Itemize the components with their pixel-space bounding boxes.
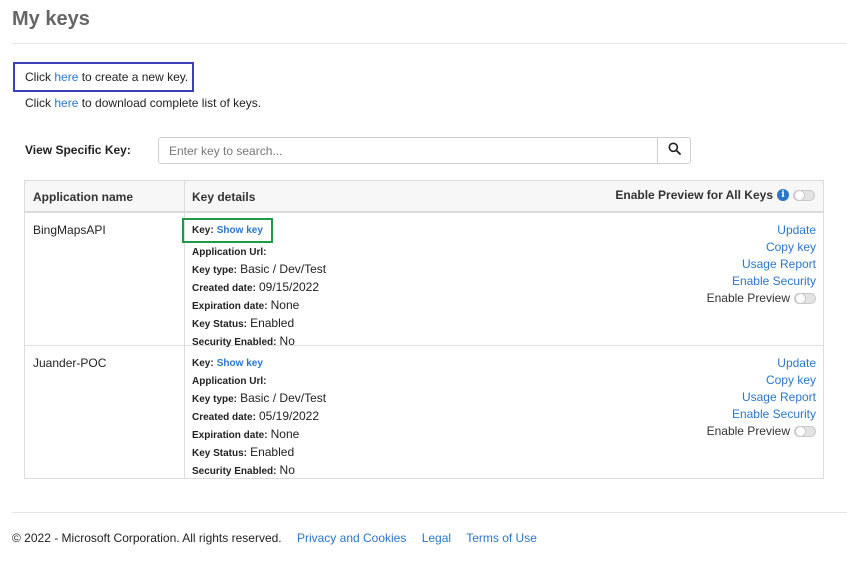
table-header: Application name Key details Enable Prev… — [25, 181, 823, 213]
enable-preview-toggle[interactable] — [794, 426, 816, 437]
download-keys-instruction: Click here to download complete list of … — [25, 96, 261, 110]
key-type-value: Basic / Dev/Test — [240, 262, 327, 276]
usage-report-link[interactable]: Usage Report — [742, 257, 816, 271]
title-divider — [12, 43, 847, 44]
expiration-date-label: Expiration date: — [192, 430, 268, 441]
enable-preview-all-toggle[interactable] — [793, 189, 815, 201]
enable-preview-all-label: Enable Preview for All Keys — [615, 188, 773, 202]
create-key-link[interactable]: here — [54, 70, 78, 84]
keys-table: Application name Key details Enable Prev… — [24, 180, 824, 479]
key-field: Key: Show key — [182, 218, 273, 243]
application-url-label: Application Url: — [192, 247, 267, 258]
application-name: BingMapsAPI — [33, 223, 106, 237]
usage-report-link[interactable]: Usage Report — [742, 390, 816, 404]
search-icon — [668, 142, 681, 160]
search-button[interactable] — [657, 138, 690, 163]
application-name: Juander-POC — [33, 356, 107, 370]
create-key-prefix: Click — [25, 70, 55, 84]
legal-link[interactable]: Legal — [422, 531, 451, 545]
header-key-details: Key details — [192, 190, 256, 204]
key-actions: Update Copy key Usage Report Enable Secu… — [707, 355, 816, 440]
key-status-value: Enabled — [250, 445, 295, 459]
download-keys-link[interactable]: here — [54, 96, 78, 110]
info-icon[interactable]: i — [777, 189, 789, 201]
terms-link[interactable]: Terms of Use — [466, 531, 537, 545]
key-status-label: Key Status: — [192, 448, 248, 459]
created-date-value: 05/19/2022 — [258, 409, 320, 423]
view-specific-key-label: View Specific Key: — [25, 143, 131, 157]
key-type-value: Basic / Dev/Test — [240, 391, 327, 405]
update-link[interactable]: Update — [777, 223, 816, 237]
key-status-label: Key Status: — [192, 319, 248, 330]
key-details: Key: Show key Application Url: Key type:… — [192, 355, 326, 480]
created-date-value: 09/15/2022 — [258, 280, 320, 294]
expiration-date-value: None — [270, 427, 300, 441]
copyright-text: © 2022 - Microsoft Corporation. All righ… — [12, 531, 282, 545]
enable-preview-label: Enable Preview — [706, 291, 790, 305]
table-row: BingMapsAPI Key: Show key Application Ur… — [25, 213, 823, 348]
created-date-label: Created date: — [192, 283, 256, 294]
key-details: Key: Show key Application Url: Key type:… — [182, 218, 327, 351]
column-divider — [184, 346, 185, 478]
enable-preview-all: Enable Preview for All Keys i — [615, 188, 815, 202]
header-application-name: Application name — [33, 190, 134, 204]
table-row: Juander-POC Key: Show key Application Ur… — [25, 346, 823, 478]
enable-preview: Enable Preview — [707, 290, 816, 307]
enable-preview-toggle[interactable] — [794, 293, 816, 304]
expiration-date-label: Expiration date: — [192, 301, 268, 312]
enable-security-link[interactable]: Enable Security — [732, 274, 816, 288]
copy-key-link[interactable]: Copy key — [766, 373, 816, 387]
key-search-input[interactable] — [159, 138, 657, 163]
security-enabled-value: No — [279, 463, 295, 477]
create-key-instruction: Click here to create a new key. — [13, 62, 194, 92]
key-label: Key: — [192, 358, 214, 369]
page-title: My keys — [12, 8, 90, 30]
enable-security-link[interactable]: Enable Security — [732, 407, 816, 421]
show-key-link[interactable]: Show key — [217, 358, 263, 369]
enable-preview-label: Enable Preview — [706, 424, 790, 438]
expiration-date-value: None — [270, 298, 300, 312]
key-search — [158, 137, 691, 164]
create-key-suffix: to create a new key. — [78, 70, 189, 84]
copy-key-link[interactable]: Copy key — [766, 240, 816, 254]
show-key-link[interactable]: Show key — [217, 225, 263, 236]
key-label: Key: — [192, 225, 214, 236]
application-url-label: Application Url: — [192, 376, 267, 387]
footer-divider — [12, 512, 847, 513]
key-field: Key: Show key — [192, 355, 263, 372]
enable-preview: Enable Preview — [707, 423, 816, 440]
key-actions: Update Copy key Usage Report Enable Secu… — [707, 222, 816, 307]
key-status-value: Enabled — [250, 316, 295, 330]
key-type-label: Key type: — [192, 394, 238, 405]
security-enabled-label: Security Enabled: — [192, 466, 277, 477]
footer: © 2022 - Microsoft Corporation. All righ… — [12, 531, 537, 545]
privacy-link[interactable]: Privacy and Cookies — [297, 531, 406, 545]
created-date-label: Created date: — [192, 412, 256, 423]
column-divider — [184, 181, 185, 211]
download-keys-prefix: Click — [25, 96, 55, 110]
download-keys-suffix: to download complete list of keys. — [78, 96, 262, 110]
update-link[interactable]: Update — [777, 356, 816, 370]
key-type-label: Key type: — [192, 265, 238, 276]
